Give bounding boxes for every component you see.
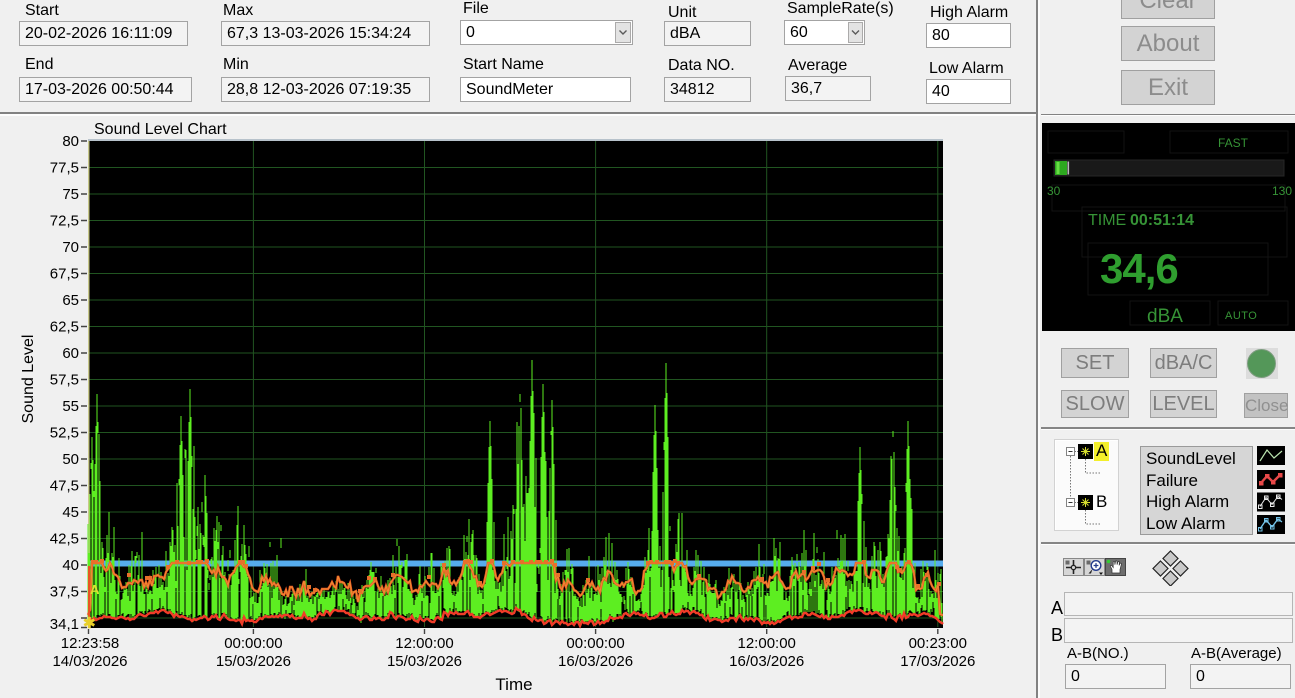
svg-text:Sound Level Chart: Sound Level Chart — [94, 121, 227, 138]
svg-text:15/03/2026: 15/03/2026 — [387, 653, 462, 670]
svg-text:42,5: 42,5 — [50, 531, 79, 548]
svg-text:50: 50 — [62, 451, 79, 468]
svg-text:60: 60 — [62, 345, 79, 362]
svg-text:Sound Level: Sound Level — [20, 335, 37, 424]
svg-text:12:00:00: 12:00:00 — [738, 635, 796, 652]
svg-text:Time: Time — [495, 675, 532, 694]
svg-text:16/03/2026: 16/03/2026 — [558, 653, 633, 670]
svg-text:14/03/2026: 14/03/2026 — [52, 653, 127, 670]
svg-text:00:23:00: 00:23:00 — [909, 635, 967, 652]
svg-text:34,1: 34,1 — [50, 616, 79, 633]
svg-text:12:23:58: 12:23:58 — [61, 635, 119, 652]
svg-text:A: A — [1096, 441, 1108, 460]
svg-text:52,5: 52,5 — [50, 425, 79, 442]
svg-text:77,5: 77,5 — [50, 160, 79, 177]
svg-text:B: B — [1096, 492, 1107, 511]
svg-text:45: 45 — [62, 504, 79, 521]
svg-text:A: A — [90, 582, 100, 597]
svg-text:55: 55 — [62, 398, 79, 415]
svg-text:47,5: 47,5 — [50, 478, 79, 495]
svg-text:00:00:00: 00:00:00 — [224, 635, 282, 652]
svg-text:75: 75 — [62, 186, 79, 203]
svg-text:16/03/2026: 16/03/2026 — [729, 653, 804, 670]
svg-text:15/03/2026: 15/03/2026 — [216, 653, 291, 670]
svg-text:12:00:00: 12:00:00 — [395, 635, 453, 652]
svg-text:80: 80 — [62, 133, 79, 150]
svg-text:62,5: 62,5 — [50, 319, 79, 336]
svg-text:67,5: 67,5 — [50, 266, 79, 283]
svg-text:00:00:00: 00:00:00 — [566, 635, 624, 652]
svg-text:40: 40 — [62, 557, 79, 574]
svg-text:70: 70 — [62, 239, 79, 256]
svg-text:57,5: 57,5 — [50, 372, 79, 389]
svg-text:17/03/2026: 17/03/2026 — [900, 653, 975, 670]
svg-text:65: 65 — [62, 292, 79, 309]
svg-text:37,5: 37,5 — [50, 584, 79, 601]
svg-text:72,5: 72,5 — [50, 213, 79, 230]
